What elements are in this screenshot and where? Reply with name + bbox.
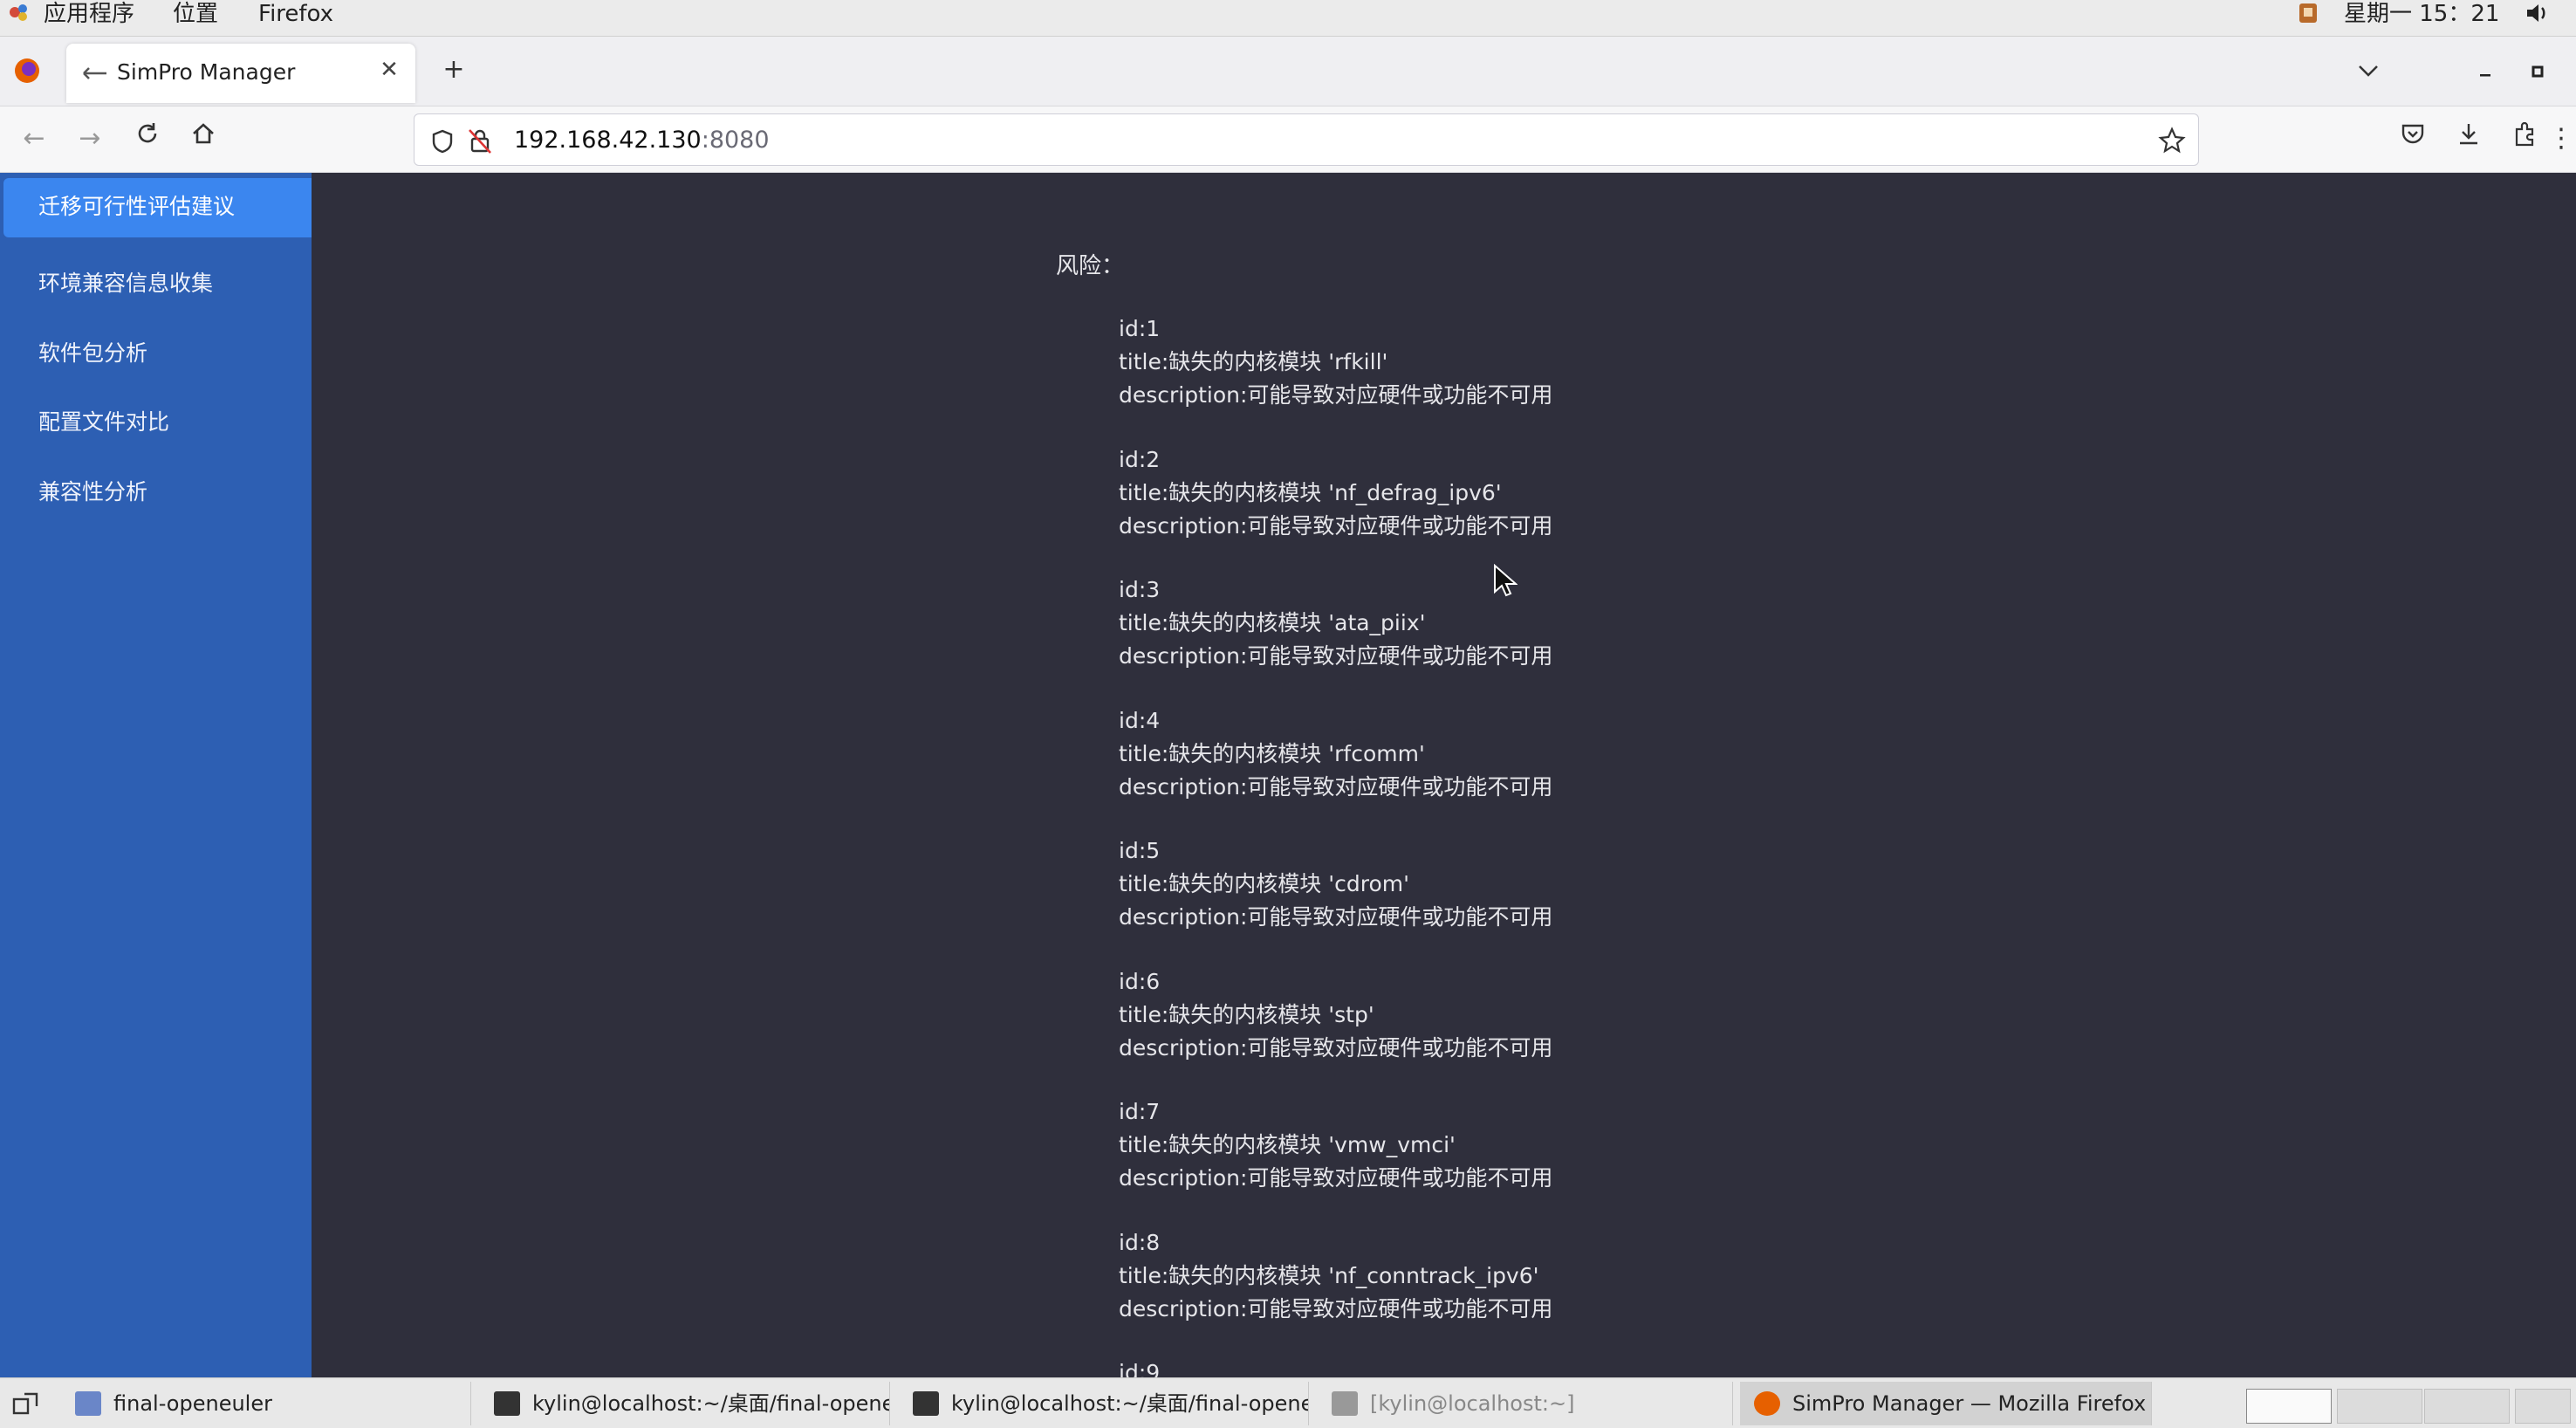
back-arrow-icon[interactable]: ← [14,119,54,159]
workspace-4[interactable] [2515,1389,2571,1424]
risk-id: id:8 [1119,1230,1161,1255]
risk-description: description:可能导致对应硬件或功能不可用 [1119,1296,1553,1322]
places-menu[interactable]: 位置 [173,0,218,37]
taskbar-item-terminal-2[interactable]: kylin@localhost:~/桌面/final-opene... [899,1382,1309,1425]
shield-icon[interactable] [430,128,455,154]
workspace-2[interactable] [2337,1389,2422,1424]
risk-item: id:9 [1119,1356,1904,1377]
risk-description: description:可能导致对应硬件或功能不可用 [1119,1165,1553,1191]
home-icon[interactable] [183,119,223,159]
mouse-cursor-icon [1493,563,1518,599]
new-tab-icon[interactable]: + [436,52,471,87]
terminal-icon [494,1391,520,1416]
tab-title: SimPro Manager [117,59,296,85]
tab-close-icon[interactable]: ✕ [375,56,403,84]
input-method-icon[interactable] [2297,0,2319,37]
taskbar-item-file-manager[interactable]: final-openeuler [61,1382,471,1425]
browser-tab-strip: SimPro Manager ✕ + [0,37,2576,106]
risk-title: title:缺失的内核模块 'stp' [1119,1002,1374,1027]
active-app-menu[interactable]: Firefox [258,0,333,37]
sidebar-item-migration-assessment[interactable]: 迁移可行性评估建议 [3,178,340,237]
risk-item: id:5 title:缺失的内核模块 'cdrom' description:可… [1119,834,1904,934]
risk-id: id:4 [1119,708,1161,733]
taskbar-item-label: kylin@localhost:~/桌面/final-opene... [532,1391,890,1416]
risk-description: description:可能导致对应硬件或功能不可用 [1119,904,1553,930]
risk-item: id:8 title:缺失的内核模块 'nf_conntrack_ipv6' d… [1119,1226,1904,1326]
url-bar[interactable]: 192.168.42.130:8080 [414,113,2199,166]
taskbar-item-label: final-openeuler [113,1391,272,1416]
apps-menu-icon[interactable] [7,0,31,37]
show-desktop-icon[interactable] [10,1389,45,1420]
sidebar-item-compatibility-analysis[interactable]: 兼容性分析 [3,463,340,523]
risk-title: title:缺失的内核模块 'cdrom' [1119,871,1409,896]
taskbar-item-terminal-3[interactable]: [kylin@localhost:~] [1318,1382,1733,1425]
risk-id: id:1 [1119,316,1161,341]
sidebar: 迁移可行性评估建议 环境兼容信息收集 软件包分析 配置文件对比 兼容性分析 [0,173,340,1377]
downloads-icon[interactable] [2449,119,2489,159]
tab-simpro-manager[interactable]: SimPro Manager ✕ [66,44,415,103]
risk-item: id:1 title:缺失的内核模块 'rfkill' description:… [1119,312,1904,412]
risk-title: title:缺失的内核模块 'nf_defrag_ipv6' [1119,480,1502,505]
tab-favicon-icon [82,63,110,84]
url-port: :8080 [701,127,770,154]
workspace-3[interactable] [2424,1389,2510,1424]
main-content: 风险： id:1 title:缺失的内核模块 'rfkill' descript… [312,173,2576,1377]
taskbar-item-terminal-1[interactable]: kylin@localhost:~/桌面/final-opene... [480,1382,890,1425]
risk-id: id:7 [1119,1099,1161,1124]
window-maximize-icon[interactable] [2520,52,2555,87]
workspace-1[interactable] [2246,1389,2332,1424]
bookmark-star-icon[interactable] [2158,127,2186,154]
risk-heading: 风险： [1056,253,1125,279]
risk-id: id:5 [1119,838,1161,863]
risk-description: description:可能导致对应硬件或功能不可用 [1119,1035,1553,1061]
terminal-icon [913,1391,939,1416]
risk-title: title:缺失的内核模块 'rfkill' [1119,349,1388,374]
taskbar-item-label: kylin@localhost:~/桌面/final-opene... [951,1391,1309,1416]
apps-menu[interactable]: 应用程序 [44,0,134,37]
insecure-lock-icon[interactable] [467,127,493,154]
terminal-icon [1332,1391,1358,1416]
risk-item: id:4 title:缺失的内核模块 'rfcomm' description:… [1119,704,1904,804]
risk-id: id:2 [1119,447,1161,472]
volume-icon[interactable] [2524,0,2550,37]
forward-arrow-icon[interactable]: → [70,119,110,159]
risk-description: description:可能导致对应硬件或功能不可用 [1119,513,1553,539]
firefox-icon [1754,1391,1780,1416]
window-minimize-icon[interactable] [2468,52,2503,87]
clock[interactable]: 星期一 15：21 [2344,0,2499,37]
risk-item: id:6 title:缺失的内核模块 'stp' description:可能导… [1119,965,1904,1065]
risk-title: title:缺失的内核模块 'ata_piix' [1119,610,1426,635]
firefox-menu-icon[interactable] [12,56,42,86]
risk-description: description:可能导致对应硬件或功能不可用 [1119,382,1553,408]
taskbar-item-label: SimPro Manager — Mozilla Firefox [1792,1391,2147,1416]
risk-description: description:可能导致对应硬件或功能不可用 [1119,774,1553,800]
risk-item: id:7 title:缺失的内核模块 'vmw_vmci' descriptio… [1119,1095,1904,1195]
app-menu-icon[interactable]: ⋮ [2548,119,2574,159]
system-top-bar: 应用程序 位置 Firefox 星期一 15：21 [0,0,2576,37]
extensions-icon[interactable] [2504,119,2545,159]
sidebar-item-package-analysis[interactable]: 软件包分析 [3,325,340,384]
risk-id: id:9 [1119,1360,1161,1377]
taskbar-item-firefox[interactable]: SimPro Manager — Mozilla Firefox [1740,1382,2152,1425]
risk-id: id:6 [1119,969,1161,994]
taskbar-item-label: [kylin@localhost:~] [1370,1391,1575,1416]
pocket-icon[interactable] [2393,119,2433,159]
risk-title: title:缺失的内核模块 'vmw_vmci' [1119,1132,1456,1157]
file-manager-icon [75,1391,101,1416]
risk-item: id:2 title:缺失的内核模块 'nf_defrag_ipv6' desc… [1119,443,1904,543]
risk-description: description:可能导致对应硬件或功能不可用 [1119,643,1553,669]
risk-title: title:缺失的内核模块 'rfcomm' [1119,741,1425,766]
risk-title: title:缺失的内核模块 'nf_conntrack_ipv6' [1119,1263,1539,1288]
url-text[interactable]: 192.168.42.130:8080 [514,127,770,154]
browser-nav-bar: ← → 192.168.42.130:8080 ⋮ [0,106,2576,173]
sidebar-item-env-info-collection[interactable]: 环境兼容信息收集 [3,255,340,314]
url-host: 192.168.42.130 [514,127,702,154]
sidebar-item-config-compare[interactable]: 配置文件对比 [3,394,340,453]
tab-list-chevron-down-icon[interactable] [2351,52,2386,87]
reload-icon[interactable] [127,119,168,159]
taskbar: final-openeuler kylin@localhost:~/桌面/fin… [0,1377,2576,1428]
